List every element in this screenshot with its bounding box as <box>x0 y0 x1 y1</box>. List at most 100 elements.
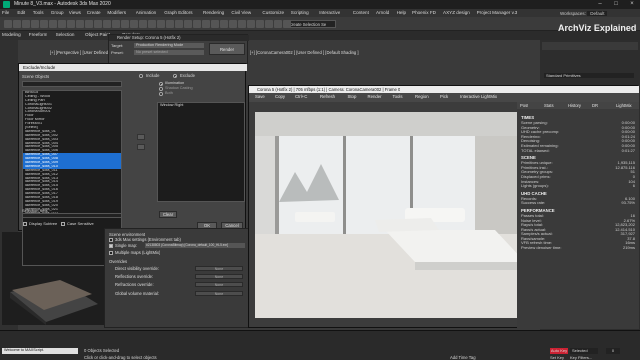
menu-item[interactable]: Animation <box>136 10 156 15</box>
menu-item[interactable]: AXYZ design <box>443 10 470 15</box>
vfb-tool-button[interactable]: Pick <box>438 94 450 99</box>
toolbar-tool-icon[interactable] <box>13 20 21 28</box>
menu-item[interactable]: Help <box>397 10 406 15</box>
preset-select[interactable]: No preset selected <box>134 50 204 55</box>
target-select[interactable]: Production Rendering Mode <box>134 43 204 48</box>
toolbar-tool-icon[interactable] <box>184 20 192 28</box>
menu-item[interactable]: Customize <box>262 10 284 15</box>
toolbar-tool-icon[interactable] <box>112 20 120 28</box>
toolbar-tool-icon[interactable] <box>229 20 237 28</box>
vfb-tool-button[interactable]: Tools <box>391 94 405 99</box>
single-map-radio[interactable] <box>109 244 113 248</box>
toolbar-tool-icon[interactable] <box>265 20 273 28</box>
auto-key-button[interactable]: Auto Key <box>550 348 568 354</box>
global-volume-button[interactable]: None <box>195 291 243 296</box>
toolbar-tool-icon[interactable] <box>31 20 39 28</box>
toolbar-tool-icon[interactable] <box>166 20 174 28</box>
vfb-tool-button[interactable]: Region <box>413 94 431 99</box>
maxscript-listener[interactable]: Welcome to MAXScript. <box>2 348 78 354</box>
reflections-map-button[interactable]: None <box>195 274 243 279</box>
set-key-button[interactable]: Set Key <box>550 355 564 360</box>
toolbar-tool-icon[interactable] <box>94 20 102 28</box>
clear-button[interactable]: Clear <box>159 211 177 218</box>
toolbar-tool-icon[interactable] <box>4 20 12 28</box>
menu-item[interactable]: Scripting <box>291 10 309 15</box>
toolbar-tool-icon[interactable] <box>238 20 246 28</box>
display-subtree-checkbox[interactable] <box>23 222 27 226</box>
menu-item[interactable]: Tools <box>33 10 44 15</box>
current-frame-field[interactable]: 0 <box>606 348 620 354</box>
toolbar-tool-icon[interactable] <box>220 20 228 28</box>
toolbar-tool-icon[interactable] <box>274 20 282 28</box>
key-mode-select[interactable]: Selected <box>570 348 598 354</box>
toolbar-tool-icon[interactable] <box>103 20 111 28</box>
primitive-type-dropdown[interactable]: Standard Primitives <box>544 73 634 78</box>
toolbar-tool-icon[interactable] <box>58 20 66 28</box>
object-search-input[interactable] <box>22 81 122 87</box>
menu-item[interactable]: Content <box>353 10 369 15</box>
vfb-tool-button[interactable]: Save <box>253 94 267 99</box>
ribbon-tab[interactable]: Object Paint <box>85 32 110 37</box>
vfb-tab[interactable]: DR <box>592 103 598 108</box>
vfb-tool-button[interactable]: Render <box>366 94 384 99</box>
toolbar-tool-icon[interactable] <box>247 20 255 28</box>
menu-item[interactable]: Civil View <box>231 10 251 15</box>
toolbar-tool-icon[interactable] <box>22 20 30 28</box>
single-map-button[interactable]: #2138803 (CoronaBitmap) [Corona_default_… <box>145 243 245 248</box>
close-button[interactable]: × <box>624 0 640 9</box>
exclude-radio[interactable] <box>173 74 177 78</box>
toolbar-tool-icon[interactable] <box>175 20 183 28</box>
toolbar-tool-icon[interactable] <box>148 20 156 28</box>
maximize-button[interactable]: □ <box>608 0 624 9</box>
add-time-tag[interactable]: Add Time Tag <box>450 355 476 360</box>
menu-item[interactable]: Views <box>69 10 81 15</box>
ribbon-tab[interactable]: Freeform <box>29 32 48 37</box>
include-radio[interactable] <box>139 74 143 78</box>
ribbon-tab[interactable]: Selection <box>56 32 75 37</box>
toolbar-tool-icon[interactable] <box>193 20 201 28</box>
workspace-select[interactable]: Default <box>587 11 608 16</box>
menu-item[interactable]: File <box>2 10 9 15</box>
menu-item[interactable]: Arnold <box>376 10 389 15</box>
menu-item[interactable]: Project Manager v.3 <box>477 10 518 15</box>
menu-item[interactable]: Group <box>51 10 64 15</box>
selection-sets-dropdown[interactable] <box>22 213 122 218</box>
exclusion-list[interactable]: Window Right <box>157 102 245 202</box>
move-right-button[interactable] <box>137 134 145 140</box>
vfb-tab[interactable]: Stats <box>544 103 554 108</box>
viewport-label-camera[interactable]: [+] [CoronaCamera002 ] [User Defined ] [… <box>250 50 359 55</box>
menu-item[interactable]: Modifiers <box>107 10 126 15</box>
direct-vis-map-button[interactable]: None <box>195 266 243 271</box>
toolbar-tool-icon[interactable] <box>130 20 138 28</box>
shadow-casting-radio[interactable] <box>159 87 163 91</box>
vfb-tool-button[interactable]: Stop <box>346 94 359 99</box>
toolbar-tool-icon[interactable] <box>76 20 84 28</box>
toolbar-tool-icon[interactable] <box>139 20 147 28</box>
toolbar-tool-icon[interactable] <box>49 20 57 28</box>
vfb-tool-button[interactable]: Interactive LightMix <box>458 94 499 99</box>
toolbar-tool-icon[interactable] <box>211 20 219 28</box>
env-override-radio[interactable] <box>109 238 113 242</box>
vfb-tab[interactable]: LightMix <box>616 103 632 108</box>
render-button[interactable]: Render <box>209 43 245 55</box>
vfb-tab[interactable]: History <box>568 103 581 108</box>
toolbar-tool-icon[interactable] <box>202 20 210 28</box>
toolbar-tool-icon[interactable] <box>85 20 93 28</box>
toolbar-tool-icon[interactable] <box>67 20 75 28</box>
vfb-tool-button[interactable]: Ctrl+C <box>293 94 309 99</box>
ribbon-tab[interactable]: Modeling <box>2 32 21 37</box>
multiple-maps-radio[interactable] <box>109 251 113 255</box>
selection-set-field[interactable]: Create Selection Se <box>286 20 336 28</box>
key-filters-button[interactable]: Key Filters... <box>570 355 592 360</box>
toolbar-tool-icon[interactable] <box>40 20 48 28</box>
menu-item[interactable]: Phoenix FD <box>412 10 436 15</box>
toolbar-tool-icon[interactable] <box>256 20 264 28</box>
render-preview[interactable] <box>255 112 545 318</box>
menu-item[interactable]: Interactive <box>319 10 340 15</box>
move-left-button[interactable] <box>137 144 145 150</box>
toolbar-tool-icon[interactable] <box>121 20 129 28</box>
illumination-radio[interactable] <box>159 82 163 86</box>
refractions-map-button[interactable]: None <box>195 282 243 287</box>
menu-item[interactable]: Rendering <box>203 10 224 15</box>
menu-item[interactable]: Edit <box>17 10 25 15</box>
